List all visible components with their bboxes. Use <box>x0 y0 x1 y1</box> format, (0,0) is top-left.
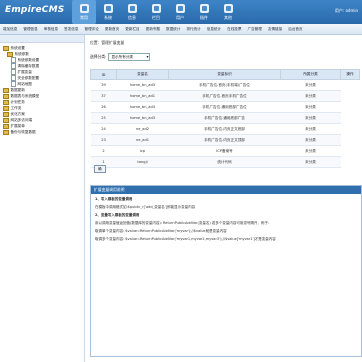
user-icon <box>175 3 185 13</box>
main-content: 位置：管理扩展变量 选择分类: 显示所有分类 ID 变量名 变量标识 所属分类 … <box>86 35 362 362</box>
menu-item[interactable]: 在线投票 <box>224 27 244 32</box>
menu-item[interactable]: 排行统计 <box>183 27 203 32</box>
menu-item[interactable]: 更新专题 <box>143 27 163 32</box>
table-row: 1 tongji 统计代码 未分类 <box>90 156 360 168</box>
tab-common[interactable]: 常用 <box>72 0 96 24</box>
home-icon <box>79 3 89 13</box>
tab-system[interactable]: 系统 <box>96 0 120 24</box>
usage-sec2-title: 2、变量写入模板的变量调用 <box>95 213 140 217</box>
usage-sec2-line: 取调多个变量内容: $value=ReturnPublicAddVar('myv… <box>95 237 276 241</box>
top-tabs: 常用 系统 信息 栏目 用户 插件 其他 <box>72 0 240 24</box>
menu-bar: 增加信息 管理信息 审核信息 签发信息 管理评论 更新首页 更新栏目 更新专题 … <box>0 24 362 35</box>
tab-user[interactable]: 用户 <box>168 0 192 24</box>
usage-panel-title: 扩展变量调用说明 <box>91 186 361 194</box>
menu-item[interactable]: 后台首页 <box>285 27 305 32</box>
system-icon <box>103 3 113 13</box>
menu-item[interactable]: 信息统计 <box>204 27 224 32</box>
folder-icon <box>7 51 13 57</box>
menu-item[interactable]: 管理信息 <box>20 27 40 32</box>
menu-item[interactable]: 审核信息 <box>41 27 61 32</box>
folder-icon <box>3 123 9 129</box>
ok-button[interactable]: 确 <box>94 165 106 173</box>
menu-item[interactable]: 增加信息 <box>0 27 20 32</box>
menu-item[interactable]: 数据统计 <box>163 27 183 32</box>
col-name: 变量名 <box>116 69 169 80</box>
category-filter: 选择分类: 显示所有分类 <box>90 53 151 61</box>
sidebar: 系统设置 系统参数 系统参数设置 清除缓存数据 扩展变量 安全参数配置 网站地图… <box>0 35 85 362</box>
table-header: ID 变量名 变量标识 所属分类 操作 <box>90 69 360 80</box>
tab-plugin[interactable]: 插件 <box>192 0 216 24</box>
col-category: 所属分类 <box>280 69 341 80</box>
tab-other[interactable]: 其他 <box>216 0 240 24</box>
logo: EmpireCMS <box>5 5 65 15</box>
breadcrumb: 位置：管理扩展变量 <box>90 40 125 45</box>
menu-item[interactable]: 签发信息 <box>61 27 81 32</box>
col-actions: 操作 <box>340 69 360 80</box>
tab-info[interactable]: 信息 <box>120 0 144 24</box>
folder-icon <box>3 111 9 117</box>
col-id: ID <box>90 69 117 80</box>
category-label: 选择分类: <box>90 54 107 59</box>
folder-icon <box>3 99 9 105</box>
tab-column[interactable]: 栏目 <box>144 0 168 24</box>
table-row: 25 home_bn_ad3 手机广告位-通用底部广告 未分类 <box>90 112 360 124</box>
folder-icon <box>3 45 9 51</box>
folder-icon <box>3 105 9 111</box>
table-row: 24 ne_ad2 手机广告位-内页正文底部 未分类 <box>90 123 360 135</box>
tree-node-backup[interactable]: 备份与恢复数据 <box>3 129 81 135</box>
table-row: 39 home_bn_ad3 手机广告位-首页(手机端)广告位 未分类 <box>90 79 360 91</box>
folder-icon <box>3 129 9 135</box>
table-row: 23 ne_ad1 手机广告位-内页正文顶部 未分类 <box>90 134 360 146</box>
top-header: EmpireCMS 常用 系统 信息 栏目 用户 插件 其他 用户: admin <box>0 0 362 24</box>
col-label: 变量标识 <box>168 69 281 80</box>
menu-item[interactable]: 更新首页 <box>102 27 122 32</box>
other-icon <box>223 3 233 13</box>
usage-sec2-line: 取调单个变量内容: $value=ReturnPublicAddVar('myv… <box>95 229 227 233</box>
folder-icon <box>3 93 9 99</box>
plugin-icon <box>199 3 209 13</box>
usage-sec1-body: 在模板中调用格式如:$public_r['add_变量名']即能显示变量内容 <box>95 205 196 209</box>
info-icon <box>127 3 137 13</box>
menu-item[interactable]: 管理评论 <box>82 27 102 32</box>
table-row: 26 home_bn_ad3 手机广告位-通用底部广告位 未分类 <box>90 101 360 113</box>
sidebar-tree: 系统设置 系统参数 系统参数设置 清除缓存数据 扩展变量 安全参数配置 网站地图… <box>0 43 84 137</box>
table-row: 37 home_bn_ad1 手机广告位-首页手机广告位 未分类 <box>90 90 360 102</box>
usage-sec2-line: 用以调用变量值返回值(数据库的变量内容): ReturnPublicAddVar… <box>95 221 269 225</box>
usage-sec1-title: 1、写入模板的变量调用 <box>95 197 133 201</box>
menu-item[interactable]: 广告管理 <box>245 27 265 32</box>
table-row: 2 icp ICP备案号 未分类 <box>90 145 360 157</box>
folder-icon <box>3 87 9 93</box>
usage-panel: 扩展变量调用说明 1、写入模板的变量调用 在模板中调用格式如:$public_r… <box>90 185 362 357</box>
category-select[interactable]: 显示所有分类 <box>108 53 151 61</box>
menu-item[interactable]: 更新栏目 <box>122 27 142 32</box>
variables-table: ID 变量名 变量标识 所属分类 操作 39 home_bn_ad3 手机广告位-首… <box>90 69 360 168</box>
usage-panel-body: 1、写入模板的变量调用 在模板中调用格式如:$public_r['add_变量名… <box>91 194 361 248</box>
sidebar-header <box>0 35 84 43</box>
folder-icon <box>3 117 9 123</box>
column-icon <box>151 3 161 13</box>
menu-item[interactable]: 友情链接 <box>265 27 285 32</box>
user-info: 用户: admin <box>334 8 358 13</box>
